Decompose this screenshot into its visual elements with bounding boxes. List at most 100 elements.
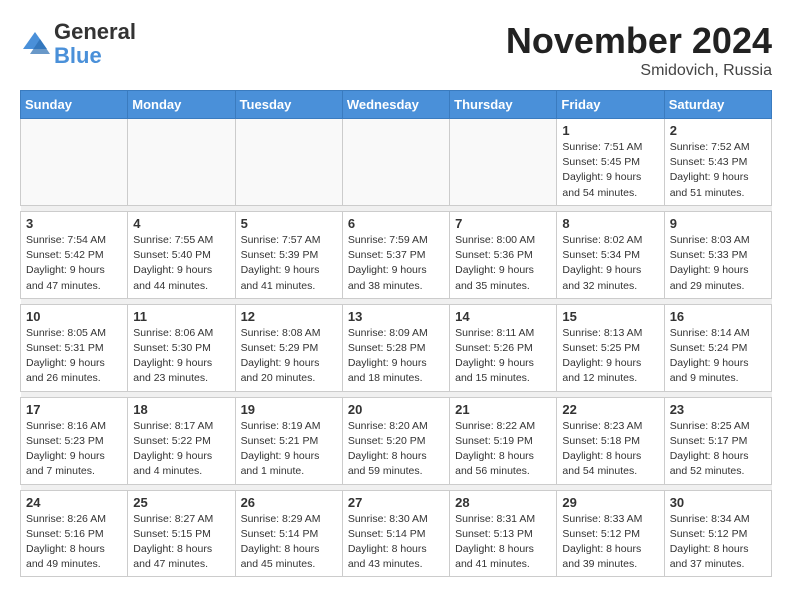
day-info: Sunrise: 8:33 AM Sunset: 5:12 PM Dayligh… — [562, 512, 658, 573]
day-info: Sunrise: 8:16 AM Sunset: 5:23 PM Dayligh… — [26, 419, 122, 480]
location: Smidovich, Russia — [506, 62, 772, 80]
calendar-cell: 1Sunrise: 7:51 AM Sunset: 5:45 PM Daylig… — [557, 119, 664, 206]
calendar-cell: 20 Sunrise: 8:20 AM Sunset: 5:20 PM Dayli… — [342, 397, 449, 484]
day-info: Sunrise: 8:03 AM Sunset: 5:33 PM Dayligh… — [670, 233, 766, 294]
day-info: Sunrise: 8:23 AM Sunset: 5:18 PM Dayligh… — [562, 419, 658, 480]
calendar-cell: 30 Sunrise: 8:34 AM Sunset: 5:12 PM Dayli… — [664, 490, 771, 577]
day-number: 22 — [562, 402, 658, 417]
day-info: Sunrise: 8:09 AM Sunset: 5:28 PM Dayligh… — [348, 326, 444, 387]
day-info: Sunrise: 8:06 AM Sunset: 5:30 PM Dayligh… — [133, 326, 229, 387]
calendar: SundayMondayTuesdayWednesdayThursdayFrid… — [20, 90, 772, 577]
day-info: Sunrise: 8:14 AM Sunset: 5:24 PM Dayligh… — [670, 326, 766, 387]
day-info: Sunrise: 7:59 AM Sunset: 5:37 PM Dayligh… — [348, 233, 444, 294]
day-header-wednesday: Wednesday — [342, 91, 449, 119]
day-header-monday: Monday — [128, 91, 235, 119]
day-number: 17 — [26, 402, 122, 417]
day-number: 11 — [133, 309, 229, 324]
calendar-cell: 19Sunrise: 8:19 AM Sunset: 5:21 PM Dayli… — [235, 397, 342, 484]
calendar-cell — [128, 119, 235, 206]
day-header-tuesday: Tuesday — [235, 91, 342, 119]
day-number: 28 — [455, 495, 551, 510]
day-number: 2 — [670, 123, 766, 138]
calendar-week-1: 1Sunrise: 7:51 AM Sunset: 5:45 PM Daylig… — [21, 119, 772, 206]
day-number: 24 — [26, 495, 122, 510]
day-info: Sunrise: 8:11 AM Sunset: 5:26 PM Dayligh… — [455, 326, 551, 387]
day-number: 20 — [348, 402, 444, 417]
day-info: Sunrise: 8:22 AM Sunset: 5:19 PM Dayligh… — [455, 419, 551, 480]
calendar-week-3: 10 Sunrise: 8:05 AM Sunset: 5:31 PM Dayli… — [21, 304, 772, 391]
calendar-cell: 12 Sunrise: 8:08 AM Sunset: 5:29 PM Dayli… — [235, 304, 342, 391]
calendar-cell: 3Sunrise: 7:54 AM Sunset: 5:42 PM Daylig… — [21, 211, 128, 298]
day-info: Sunrise: 7:57 AM Sunset: 5:39 PM Dayligh… — [241, 233, 337, 294]
calendar-cell: 2 Sunrise: 7:52 AM Sunset: 5:43 PM Daylig… — [664, 119, 771, 206]
day-number: 26 — [241, 495, 337, 510]
day-info: Sunrise: 8:02 AM Sunset: 5:34 PM Dayligh… — [562, 233, 658, 294]
calendar-cell: 26 Sunrise: 8:29 AM Sunset: 5:14 PM Dayli… — [235, 490, 342, 577]
day-number: 23 — [670, 402, 766, 417]
calendar-cell: 14 Sunrise: 8:11 AM Sunset: 5:26 PM Dayli… — [450, 304, 557, 391]
day-number: 25 — [133, 495, 229, 510]
day-number: 19 — [241, 402, 337, 417]
day-number: 5 — [241, 216, 337, 231]
calendar-cell: 18Sunrise: 8:17 AM Sunset: 5:22 PM Dayli… — [128, 397, 235, 484]
day-info: Sunrise: 7:52 AM Sunset: 5:43 PM Dayligh… — [670, 140, 766, 201]
day-number: 7 — [455, 216, 551, 231]
day-number: 13 — [348, 309, 444, 324]
calendar-cell — [21, 119, 128, 206]
calendar-week-5: 24Sunrise: 8:26 AM Sunset: 5:16 PM Dayli… — [21, 490, 772, 577]
day-header-saturday: Saturday — [664, 91, 771, 119]
day-info: Sunrise: 8:30 AM Sunset: 5:14 PM Dayligh… — [348, 512, 444, 573]
day-number: 12 — [241, 309, 337, 324]
day-info: Sunrise: 7:55 AM Sunset: 5:40 PM Dayligh… — [133, 233, 229, 294]
calendar-cell — [342, 119, 449, 206]
header: General Blue November 2024 Smidovich, Ru… — [20, 20, 772, 80]
logo: General Blue — [20, 20, 136, 68]
title-block: November 2024 Smidovich, Russia — [506, 20, 772, 80]
calendar-cell: 6Sunrise: 7:59 AM Sunset: 5:37 PM Daylig… — [342, 211, 449, 298]
day-number: 27 — [348, 495, 444, 510]
day-info: Sunrise: 8:34 AM Sunset: 5:12 PM Dayligh… — [670, 512, 766, 573]
day-header-friday: Friday — [557, 91, 664, 119]
calendar-cell: 21 Sunrise: 8:22 AM Sunset: 5:19 PM Dayli… — [450, 397, 557, 484]
calendar-cell: 9 Sunrise: 8:03 AM Sunset: 5:33 PM Daylig… — [664, 211, 771, 298]
day-number: 15 — [562, 309, 658, 324]
day-number: 4 — [133, 216, 229, 231]
logo-general-text: General — [54, 19, 136, 44]
day-info: Sunrise: 8:13 AM Sunset: 5:25 PM Dayligh… — [562, 326, 658, 387]
calendar-cell — [450, 119, 557, 206]
calendar-cell: 15 Sunrise: 8:13 AM Sunset: 5:25 PM Dayli… — [557, 304, 664, 391]
day-header-sunday: Sunday — [21, 91, 128, 119]
calendar-cell: 24Sunrise: 8:26 AM Sunset: 5:16 PM Dayli… — [21, 490, 128, 577]
calendar-cell: 5 Sunrise: 7:57 AM Sunset: 5:39 PM Daylig… — [235, 211, 342, 298]
day-info: Sunrise: 8:17 AM Sunset: 5:22 PM Dayligh… — [133, 419, 229, 480]
calendar-cell: 17 Sunrise: 8:16 AM Sunset: 5:23 PM Dayli… — [21, 397, 128, 484]
day-number: 10 — [26, 309, 122, 324]
day-info: Sunrise: 8:27 AM Sunset: 5:15 PM Dayligh… — [133, 512, 229, 573]
day-number: 14 — [455, 309, 551, 324]
day-number: 8 — [562, 216, 658, 231]
calendar-cell: 25 Sunrise: 8:27 AM Sunset: 5:15 PM Dayli… — [128, 490, 235, 577]
calendar-week-4: 17 Sunrise: 8:16 AM Sunset: 5:23 PM Dayli… — [21, 397, 772, 484]
day-header-thursday: Thursday — [450, 91, 557, 119]
day-info: Sunrise: 8:31 AM Sunset: 5:13 PM Dayligh… — [455, 512, 551, 573]
day-number: 3 — [26, 216, 122, 231]
day-number: 1 — [562, 123, 658, 138]
day-info: Sunrise: 8:05 AM Sunset: 5:31 PM Dayligh… — [26, 326, 122, 387]
day-info: Sunrise: 8:08 AM Sunset: 5:29 PM Dayligh… — [241, 326, 337, 387]
day-info: Sunrise: 8:20 AM Sunset: 5:20 PM Dayligh… — [348, 419, 444, 480]
calendar-cell: 22 Sunrise: 8:23 AM Sunset: 5:18 PM Dayli… — [557, 397, 664, 484]
calendar-cell: 23Sunrise: 8:25 AM Sunset: 5:17 PM Dayli… — [664, 397, 771, 484]
day-number: 21 — [455, 402, 551, 417]
day-info: Sunrise: 8:29 AM Sunset: 5:14 PM Dayligh… — [241, 512, 337, 573]
calendar-cell: 7Sunrise: 8:00 AM Sunset: 5:36 PM Daylig… — [450, 211, 557, 298]
calendar-cell: 28 Sunrise: 8:31 AM Sunset: 5:13 PM Dayli… — [450, 490, 557, 577]
logo-icon — [20, 29, 50, 59]
calendar-cell: 8 Sunrise: 8:02 AM Sunset: 5:34 PM Daylig… — [557, 211, 664, 298]
day-number: 9 — [670, 216, 766, 231]
calendar-cell: 11 Sunrise: 8:06 AM Sunset: 5:30 PM Dayli… — [128, 304, 235, 391]
day-number: 29 — [562, 495, 658, 510]
day-number: 30 — [670, 495, 766, 510]
logo-blue-text: Blue — [54, 43, 102, 68]
calendar-cell: 10 Sunrise: 8:05 AM Sunset: 5:31 PM Dayli… — [21, 304, 128, 391]
calendar-cell: 16Sunrise: 8:14 AM Sunset: 5:24 PM Dayli… — [664, 304, 771, 391]
